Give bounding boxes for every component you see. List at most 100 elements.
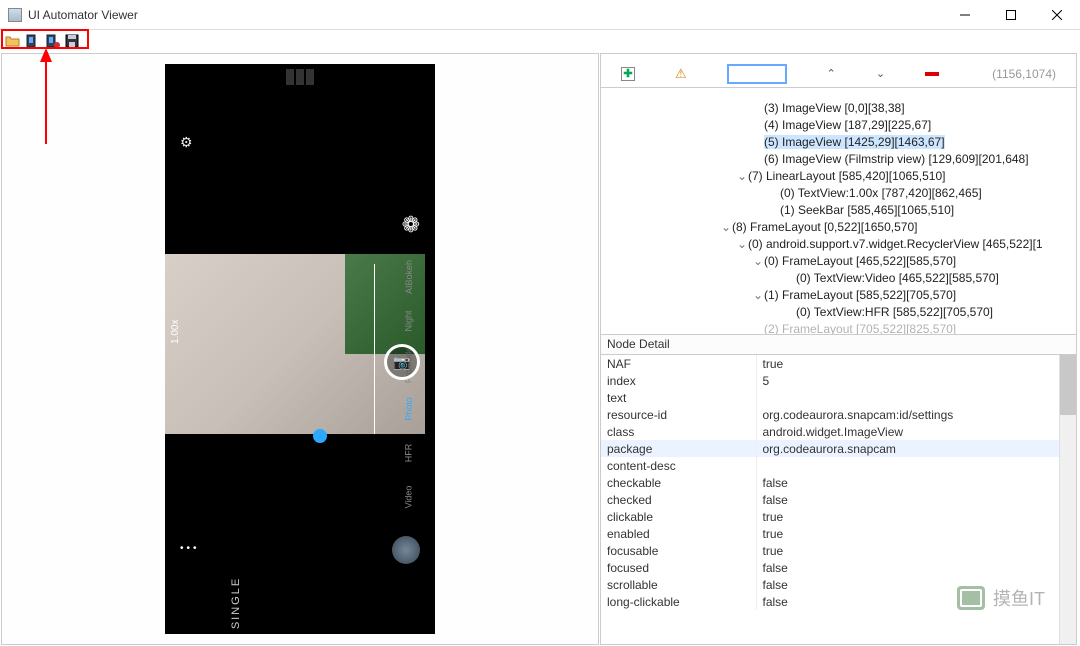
detail-value: false (756, 491, 1076, 508)
tree-label[interactable]: (3) ImageView [0,0][38,38] (764, 101, 905, 115)
tree-node[interactable]: (1) SeekBar [585,465][1065,510] (609, 202, 1072, 219)
tree-label[interactable]: (8) FrameLayout [0,522][1650,570] (732, 220, 917, 234)
expand-all-icon[interactable]: ✚ (621, 67, 635, 81)
tree-label[interactable]: (0) TextView:HFR [585,522][705,570] (796, 305, 993, 319)
device-screenshot-icon[interactable] (24, 33, 42, 49)
tree-node[interactable]: (0) TextView:Video [465,522][585,570] (609, 270, 1072, 287)
tree-label[interactable]: (6) ImageView (Filmstrip view) [129,609]… (764, 152, 1029, 166)
detail-header: Node Detail (600, 335, 1077, 355)
detail-row[interactable]: enabledtrue (601, 525, 1076, 542)
save-icon[interactable] (64, 33, 82, 49)
clear-icon[interactable] (925, 72, 939, 76)
detail-key: class (601, 423, 756, 440)
detail-row[interactable]: classandroid.widget.ImageView (601, 423, 1076, 440)
detail-key: index (601, 372, 756, 389)
device-screenshot-compressed-icon[interactable] (44, 33, 62, 49)
tree-toggle[interactable]: ⌄ (721, 219, 731, 236)
detail-row[interactable]: focusabletrue (601, 542, 1076, 559)
app-icon (8, 8, 22, 22)
maximize-button[interactable] (988, 0, 1034, 30)
detail-value: android.widget.ImageView (756, 423, 1076, 440)
tree-node[interactable]: (6) ImageView (Filmstrip view) [129,609]… (609, 151, 1072, 168)
detail-row[interactable]: content-desc (601, 457, 1076, 474)
tree-label[interactable]: (0) FrameLayout [465,522][585,570] (764, 254, 956, 268)
tree-node[interactable]: (3) ImageView [0,0][38,38] (609, 100, 1072, 117)
gear-icon: ⚙ (180, 134, 193, 151)
tree-node[interactable]: ⌄(8) FrameLayout [0,522][1650,570] (609, 219, 1072, 236)
v-scrollbar[interactable] (1059, 355, 1076, 644)
detail-key: resource-id (601, 406, 756, 423)
detail-value: org.codeaurora.snapcam:id/settings (756, 406, 1076, 423)
zoom-label: 1.00x (170, 320, 181, 344)
tree-label[interactable]: (0) TextView:Video [465,522][585,570] (796, 271, 999, 285)
detail-row[interactable]: text (601, 389, 1076, 406)
detail-key: focused (601, 559, 756, 576)
node-detail[interactable]: NAFtrueindex5textresource-idorg.codeauro… (600, 355, 1077, 645)
tree-node[interactable]: (2) FrameLayout [705,522][825,570] (609, 321, 1072, 335)
detail-row[interactable]: NAFtrue (601, 355, 1076, 372)
detail-row[interactable]: checkedfalse (601, 491, 1076, 508)
detail-row[interactable]: checkablefalse (601, 474, 1076, 491)
close-button[interactable] (1034, 0, 1080, 30)
tree-toggle[interactable]: ⌄ (753, 287, 763, 304)
more-dots: ••• (180, 543, 200, 554)
tree-label[interactable]: (1) FrameLayout [585,522][705,570] (764, 288, 956, 302)
detail-key: enabled (601, 525, 756, 542)
detail-key: checkable (601, 474, 756, 491)
detail-key: NAF (601, 355, 756, 372)
tree-node[interactable]: (0) TextView:HFR [585,522][705,570] (609, 304, 1072, 321)
detail-row[interactable]: focusedfalse (601, 559, 1076, 576)
tree-node[interactable]: ⌄(0) FrameLayout [465,522][585,570] (609, 253, 1072, 270)
tree-node[interactable]: ⌄(7) LinearLayout [585,420][1065,510] (609, 168, 1072, 185)
tree-toggle[interactable]: ⌄ (737, 236, 747, 253)
detail-key: clickable (601, 508, 756, 525)
detail-value: true (756, 508, 1076, 525)
tree-label[interactable]: (4) ImageView [187,29][225,67] (764, 118, 931, 132)
search-input[interactable] (727, 64, 787, 84)
detail-row[interactable]: scrollablefalse (601, 576, 1076, 593)
detail-row[interactable]: packageorg.codeaurora.snapcam (601, 440, 1076, 457)
prev-icon[interactable]: ⌃ (827, 67, 836, 80)
detail-value: true (756, 542, 1076, 559)
mode-aibokeh: AIBokeh (404, 260, 414, 294)
mode-hfr: HFR (404, 444, 414, 463)
window-title: UI Automator Viewer (28, 8, 138, 22)
screenshot-pane[interactable]: ⚙ ❁ 1.00x AIBokehNightProModePhotoHFRVid… (1, 53, 599, 645)
shot-mode: SINGLE (230, 577, 242, 629)
detail-value: false (756, 474, 1076, 491)
next-icon[interactable]: ⌄ (876, 67, 885, 80)
hierarchy-tree[interactable]: (3) ImageView [0,0][38,38] (4) ImageView … (600, 87, 1077, 335)
detail-row[interactable]: clickabletrue (601, 508, 1076, 525)
warning-icon[interactable]: ⚠ (675, 66, 687, 82)
detail-value: true (756, 525, 1076, 542)
tree-label[interactable]: (2) FrameLayout [705,522][825,570] (764, 322, 956, 335)
detail-row[interactable]: index5 (601, 372, 1076, 389)
coordinates: (1156,1074) (992, 67, 1056, 81)
minimize-button[interactable] (942, 0, 988, 30)
tree-node[interactable]: (4) ImageView [187,29][225,67] (609, 117, 1072, 134)
detail-value: false (756, 593, 1076, 610)
tree-label[interactable]: (7) LinearLayout [585,420][1065,510] (748, 169, 945, 183)
slider-thumb (313, 429, 327, 443)
tree-toggle[interactable]: ⌄ (737, 168, 747, 185)
tree-label[interactable]: (1) SeekBar [585,465][1065,510] (780, 203, 954, 217)
tree-toggle[interactable]: ⌄ (753, 253, 763, 270)
tree-node[interactable]: ⌄(1) FrameLayout [585,522][705,570] (609, 287, 1072, 304)
shutter-icon: 📷 (384, 344, 420, 380)
open-icon[interactable] (4, 33, 22, 49)
tree-label[interactable]: (5) ImageView [1425,29][1463,67] (764, 135, 945, 149)
detail-row[interactable]: long-clickablefalse (601, 593, 1076, 610)
detail-value: false (756, 559, 1076, 576)
detail-value (756, 457, 1076, 474)
detail-key: text (601, 389, 756, 406)
detail-row[interactable]: resource-idorg.codeaurora.snapcam:id/set… (601, 406, 1076, 423)
tree-label[interactable]: (0) TextView:1.00x [787,420][862,465] (780, 186, 982, 200)
tree-label[interactable]: (0) android.support.v7.widget.RecyclerVi… (748, 237, 1043, 251)
detail-value: 5 (756, 372, 1076, 389)
device-screenshot: ⚙ ❁ 1.00x AIBokehNightProModePhotoHFRVid… (165, 64, 435, 634)
tree-toolbar: ✚ ⚠ ⌃ ⌄ (1156,1074) (600, 53, 1077, 87)
tree-node[interactable]: (5) ImageView [1425,29][1463,67] (609, 134, 1072, 151)
tree-node[interactable]: ⌄(0) android.support.v7.widget.RecyclerV… (609, 236, 1072, 253)
tree-node[interactable]: (0) TextView:1.00x [787,420][862,465] (609, 185, 1072, 202)
detail-key: content-desc (601, 457, 756, 474)
